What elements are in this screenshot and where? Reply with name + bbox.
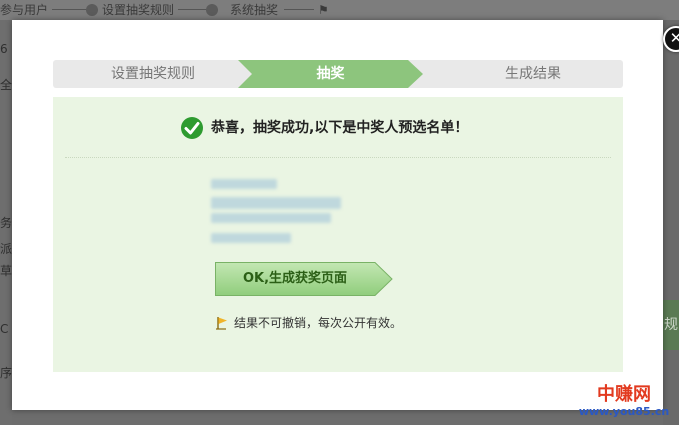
bg-step-dot bbox=[206, 4, 218, 16]
watermark-title: 中赚网 bbox=[597, 384, 651, 405]
flag-icon: ⚑ bbox=[318, 3, 329, 17]
step-progress-bar: 设置抽奖规则 抽奖 生成结果 bbox=[53, 60, 623, 88]
bg-crumb-users: 参与用户 bbox=[0, 3, 49, 17]
site-watermark: 中赚网 www.you85.cn bbox=[571, 385, 677, 419]
bg-fragment: 序 bbox=[0, 366, 13, 380]
check-icon bbox=[181, 117, 203, 139]
blurred-winner-line bbox=[211, 179, 277, 189]
bg-step-dot bbox=[86, 4, 98, 16]
bg-crumb-connector bbox=[178, 9, 206, 10]
warning-flag-icon bbox=[216, 317, 227, 330]
blurred-winner-line bbox=[211, 233, 291, 243]
step-draw-active: 抽奖 bbox=[238, 60, 423, 88]
winner-list-blurred bbox=[211, 177, 351, 247]
bg-fragment: 6 bbox=[0, 42, 8, 56]
step-generate-result: 生成结果 bbox=[505, 66, 561, 82]
bg-fragment: 派 bbox=[0, 242, 13, 256]
background-right-tab: 规 bbox=[663, 300, 679, 350]
bg-crumb-connector bbox=[284, 9, 314, 10]
generate-award-page-button[interactable]: OK,生成获奖页面 bbox=[215, 262, 393, 296]
lottery-dialog: 设置抽奖规则 抽奖 生成结果 恭喜，抽奖成功,以下是中奖人预选名单！ OK,生成… bbox=[12, 20, 679, 410]
watermark-url: www.you85.cn bbox=[578, 405, 670, 418]
step-set-rules: 设置抽奖规则 bbox=[111, 66, 195, 82]
generate-award-page-label: OK,生成获奖页面 bbox=[242, 271, 348, 286]
blurred-winner-line bbox=[211, 197, 341, 209]
bg-crumb-rules: 设置抽奖规则 bbox=[102, 3, 175, 17]
result-panel: 恭喜，抽奖成功,以下是中奖人预选名单！ OK,生成获奖页面 结果不可撤销，每次公… bbox=[53, 97, 623, 372]
bg-fragment: 全 bbox=[0, 78, 13, 92]
success-message: 恭喜，抽奖成功,以下是中奖人预选名单！ bbox=[211, 120, 469, 136]
bg-fragment: C bbox=[0, 322, 9, 336]
bg-crumb-connector bbox=[52, 9, 86, 10]
warning-note-text: 结果不可撤销，每次公开有效。 bbox=[234, 316, 403, 330]
blurred-winner-line bbox=[211, 213, 331, 223]
close-icon[interactable]: ✕ bbox=[663, 26, 679, 52]
step-draw-label: 抽奖 bbox=[316, 66, 345, 82]
bg-crumb-draw: 系统抽奖 bbox=[230, 3, 279, 17]
background-progress-bar: 参与用户 设置抽奖规则 系统抽奖 ⚑ bbox=[0, 0, 679, 20]
background-bottom-strip bbox=[12, 410, 663, 425]
bg-fragment: 草 bbox=[0, 264, 13, 278]
dotted-divider bbox=[65, 157, 611, 158]
